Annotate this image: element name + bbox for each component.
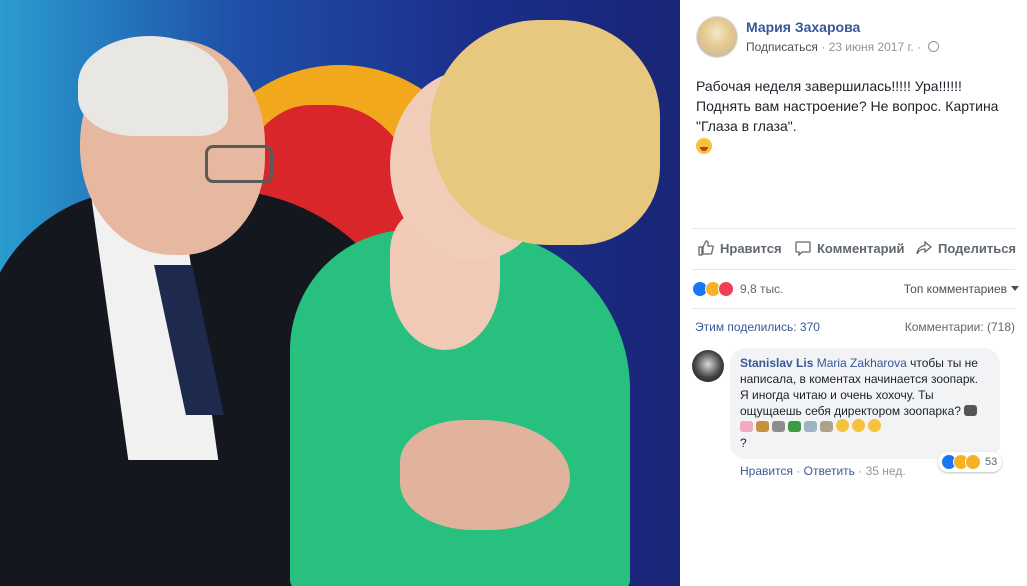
post-date[interactable]: 23 июня 2017 г. [829, 40, 914, 54]
wink-tongue-emoji-icon [696, 138, 712, 154]
man-hand [400, 420, 570, 530]
comment-like-link[interactable]: Нравится [740, 464, 793, 478]
goat-emoji-icon [820, 421, 833, 432]
post-panel: Мария Захарова Подписаться · 23 июня 201… [680, 0, 1027, 586]
comment-label: Комментарий [817, 241, 905, 256]
reaction-icons[interactable] [692, 281, 740, 297]
author-avatar[interactable] [696, 16, 738, 58]
comment-item: Stanislav Lis Maria Zakharova чтобы ты н… [692, 348, 1022, 488]
author-name[interactable]: Мария Захарова [746, 19, 860, 35]
commenter-name[interactable]: Stanislav Lis [740, 356, 813, 370]
comment-time[interactable]: 35 нед. [866, 464, 906, 478]
post-text: Рабочая неделя завершилась!!!!! Ура!!!!!… [696, 78, 999, 134]
laughing-emoji-icon [852, 419, 865, 432]
elephant-emoji-icon [804, 421, 817, 432]
globe-icon [928, 41, 940, 52]
sad-reaction-icon [965, 454, 981, 470]
love-reaction-icon [718, 281, 734, 297]
reactions-summary: 9,8 тыс. Топ комментариев [692, 280, 1027, 300]
gorilla-emoji-icon [964, 405, 978, 416]
pig-emoji-icon [740, 421, 753, 432]
comment-reaction-count: 53 [985, 456, 998, 468]
comments-count[interactable]: Комментарии: (718) [905, 320, 1015, 334]
subscribe-link[interactable]: Подписаться [746, 40, 818, 54]
thumbs-up-icon [698, 240, 714, 256]
man-hair [78, 36, 228, 136]
post-stats: Этим поделились: 370 Комментарии: (718) [692, 308, 1015, 339]
comment-text-end: ? [740, 436, 747, 450]
reaction-count[interactable]: 9,8 тыс. [740, 282, 783, 296]
meta-separator: · [917, 40, 922, 54]
rat-emoji-icon [772, 421, 785, 432]
like-label: Нравится [720, 241, 782, 256]
comment-sep: · [796, 464, 801, 478]
tree-emoji-icon [788, 421, 801, 432]
share-button[interactable]: Поделиться [916, 240, 1016, 256]
commenter-avatar[interactable] [692, 350, 724, 382]
comment-reply-link[interactable]: Ответить [804, 464, 855, 478]
caret-down-icon [1011, 286, 1019, 291]
laughing-emoji-icon [836, 419, 849, 432]
comment-button[interactable]: Комментарий [795, 240, 905, 256]
comment-reactions[interactable]: 53 [938, 452, 1002, 472]
comment-sep: · [858, 464, 863, 478]
comment-mention[interactable]: Maria Zakharova [817, 356, 907, 370]
post-meta: Подписаться · 23 июня 2017 г. · [746, 40, 940, 54]
comment-bubble: Stanislav Lis Maria Zakharova чтобы ты н… [730, 348, 1000, 459]
shares-count[interactable]: Этим поделились: 370 [695, 320, 820, 334]
like-button[interactable]: Нравится [698, 240, 782, 256]
post-actions: Нравится Комментарий Поделиться [692, 228, 1016, 270]
sort-label: Топ комментариев [903, 282, 1007, 296]
man-glasses [205, 145, 273, 183]
laughing-emoji-icon [868, 419, 881, 432]
share-arrow-icon [916, 240, 932, 255]
speech-bubble-icon [795, 241, 811, 256]
comment-actions: Нравится · Ответить · 35 нед. [740, 464, 906, 478]
sort-comments-dropdown[interactable]: Топ комментариев [904, 282, 1019, 296]
share-label: Поделиться [938, 241, 1017, 256]
meta-separator: · [821, 40, 826, 54]
camel-emoji-icon [756, 421, 769, 432]
post-body: Рабочая неделя завершилась!!!!! Ура!!!!!… [696, 76, 1016, 156]
post-photo[interactable] [0, 0, 680, 586]
